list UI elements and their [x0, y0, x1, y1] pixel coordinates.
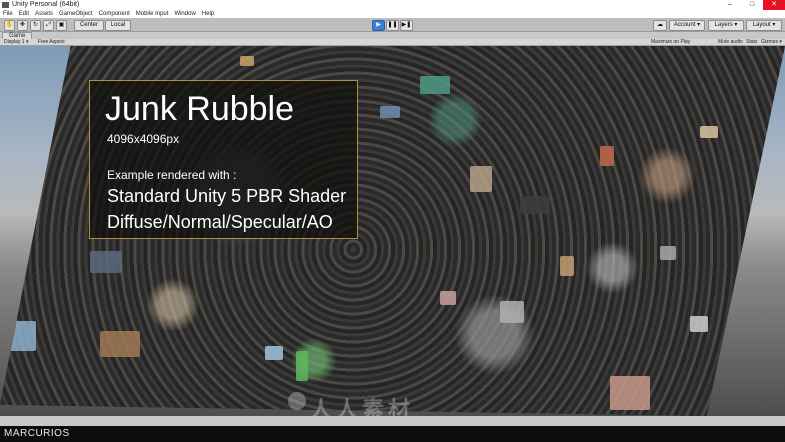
game-viewport[interactable]: Junk Rubble 4096x4096px Example rendered… [0, 46, 785, 416]
maximize-button[interactable]: □ [741, 0, 763, 10]
unity-logo-icon [2, 2, 9, 8]
space-toggle[interactable]: Local [105, 20, 131, 31]
aspect-select[interactable]: Free Aspect [38, 39, 65, 46]
menu-assets[interactable]: Assets [35, 10, 53, 18]
pivot-toggle[interactable]: Center [74, 20, 104, 31]
status-strip [0, 416, 785, 426]
menu-file[interactable]: File [3, 10, 13, 18]
layers-dropdown[interactable]: Layers ▾ [708, 20, 744, 31]
watermark-logo-icon [288, 392, 306, 410]
rotate-tool-icon[interactable]: ↻ [30, 20, 41, 31]
tab-game[interactable]: Game [2, 32, 33, 39]
cloud-icon[interactable]: ☁ [653, 20, 667, 31]
layout-dropdown[interactable]: Layout ▾ [746, 20, 782, 31]
main-toolbar: ✋ ✥ ↻ ⤢ ▣ Center Local ▶ ❚❚ ▶❚ ☁ Account… [0, 18, 785, 32]
move-tool-icon[interactable]: ✥ [17, 20, 28, 31]
menu-bar: File Edit Assets GameObject Component Mo… [0, 10, 785, 18]
menu-gameobject[interactable]: GameObject [59, 10, 93, 18]
account-dropdown[interactable]: Account ▾ [669, 20, 705, 31]
game-view-options: Display 1 ▾ Free Aspect Maximize on Play… [0, 39, 785, 46]
overlay-shader: Standard Unity 5 PBR Shader [107, 186, 347, 206]
menu-window[interactable]: Window [174, 10, 195, 18]
overlay-example-label: Example rendered with : [107, 168, 237, 182]
play-button[interactable]: ▶ [372, 20, 385, 31]
window-titlebar: Unity Personal (64bit) – □ ✕ [0, 0, 785, 10]
overlay-title: Junk Rubble [105, 90, 295, 128]
menu-edit[interactable]: Edit [19, 10, 29, 18]
minimize-button[interactable]: – [719, 0, 741, 10]
gizmos-dropdown[interactable]: Gizmos ▾ [761, 39, 782, 46]
pause-button[interactable]: ❚❚ [386, 20, 399, 31]
menu-component[interactable]: Component [99, 10, 130, 18]
menu-mobile-input[interactable]: Mobile Input [136, 10, 169, 18]
window-controls: – □ ✕ [719, 0, 785, 10]
stats-toggle[interactable]: Stats [746, 39, 757, 46]
rect-tool-icon[interactable]: ▣ [56, 20, 67, 31]
brand-bar: MARCURIOS [0, 426, 785, 442]
display-select[interactable]: Display 1 ▾ [4, 39, 28, 46]
overlay-maps: Diffuse/Normal/Specular/AO [107, 212, 333, 232]
info-overlay-panel: Junk Rubble 4096x4096px Example rendered… [89, 80, 358, 239]
brand-name: MARCURIOS [4, 428, 70, 439]
overlay-size: 4096x4096px [107, 132, 180, 146]
maximize-on-play-toggle[interactable]: Maximize on Play [651, 39, 690, 46]
mute-audio-toggle[interactable]: Mute audio [718, 39, 743, 46]
close-button[interactable]: ✕ [763, 0, 785, 10]
scale-tool-icon[interactable]: ⤢ [43, 20, 54, 31]
hand-tool-icon[interactable]: ✋ [4, 20, 15, 31]
game-tab-bar: Game [0, 32, 785, 39]
menu-help[interactable]: Help [202, 10, 214, 18]
step-button[interactable]: ▶❚ [400, 20, 413, 31]
